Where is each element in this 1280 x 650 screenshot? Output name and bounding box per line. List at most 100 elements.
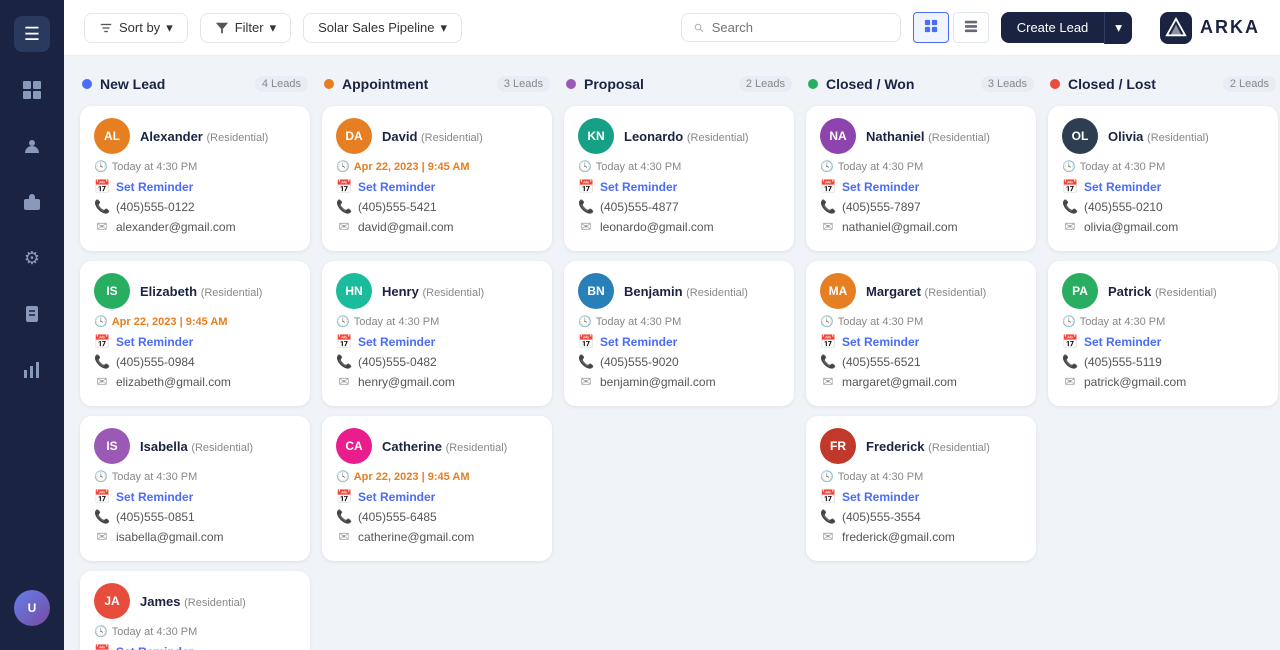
- lead-card[interactable]: JA James (Residential) 🕓 Today at 4:30 P…: [80, 571, 310, 650]
- reminder-link[interactable]: Set Reminder: [1084, 335, 1161, 349]
- card-name-block: David (Residential): [382, 129, 483, 144]
- phone-number: (405)555-0482: [358, 355, 437, 369]
- lead-card[interactable]: BN Benjamin (Residential) 🕓 Today at 4:3…: [564, 261, 794, 406]
- phone-row: 📞 (405)555-0482: [336, 354, 538, 370]
- lead-card[interactable]: IS Elizabeth (Residential) 🕓 Apr 22, 202…: [80, 261, 310, 406]
- pipeline-chevron-icon: ▾: [441, 20, 448, 36]
- card-name-block: Leonardo (Residential): [624, 129, 749, 144]
- reminder-link[interactable]: Set Reminder: [116, 335, 193, 349]
- col-header-closed-won: Closed / Won 3 Leads: [806, 72, 1036, 96]
- jobs-icon[interactable]: [14, 184, 50, 220]
- settings-icon[interactable]: ⚙: [14, 240, 50, 276]
- phone-row: 📞 (405)555-0851: [94, 509, 296, 525]
- card-header: IS Isabella (Residential): [94, 428, 296, 464]
- card-name: Elizabeth (Residential): [140, 284, 262, 299]
- reminder-link[interactable]: Set Reminder: [842, 490, 919, 504]
- sidebar: ☰ ⚙ U: [0, 0, 64, 650]
- card-name-block: Nathaniel (Residential): [866, 129, 990, 144]
- column-closed-won: Closed / Won 3 Leads NA Nathaniel (Resid…: [806, 72, 1036, 561]
- card-type: (Residential): [201, 287, 263, 299]
- reminder-link[interactable]: Set Reminder: [358, 180, 435, 194]
- dashboard-icon[interactable]: [14, 72, 50, 108]
- email-icon: ✉: [336, 219, 352, 235]
- lead-card[interactable]: PA Patrick (Residential) 🕓 Today at 4:30…: [1048, 261, 1278, 406]
- phone-row: 📞 (405)555-0210: [1062, 199, 1264, 215]
- reminder-link[interactable]: Set Reminder: [358, 335, 435, 349]
- create-lead-button[interactable]: Create Lead: [1001, 12, 1105, 43]
- card-header: CA Catherine (Residential): [336, 428, 538, 464]
- card-avatar: BN: [578, 273, 614, 309]
- card-avatar: FR: [820, 428, 856, 464]
- calendar-icon: 📅: [820, 334, 836, 350]
- reminder-link[interactable]: Set Reminder: [842, 180, 919, 194]
- lead-card[interactable]: NA Nathaniel (Residential) 🕓 Today at 4:…: [806, 106, 1036, 251]
- card-type: (Residential): [206, 132, 268, 144]
- phone-number: (405)555-5119: [1084, 355, 1162, 369]
- reports-icon[interactable]: [14, 352, 50, 388]
- reminder-link[interactable]: Set Reminder: [358, 490, 435, 504]
- avatar[interactable]: U: [14, 590, 50, 626]
- phone-row: 📞 (405)555-6485: [336, 509, 538, 525]
- list-view-button[interactable]: [953, 12, 989, 43]
- lead-card[interactable]: HN Henry (Residential) 🕓 Today at 4:30 P…: [322, 261, 552, 406]
- search-input[interactable]: [712, 20, 888, 35]
- lead-card[interactable]: CA Catherine (Residential) 🕓 Apr 22, 202…: [322, 416, 552, 561]
- phone-number: (405)555-0984: [116, 355, 195, 369]
- lead-card[interactable]: DA David (Residential) 🕓 Apr 22, 2023 | …: [322, 106, 552, 251]
- search-bar[interactable]: [681, 13, 901, 42]
- menu-icon[interactable]: ☰: [14, 16, 50, 52]
- card-name: Olivia (Residential): [1108, 129, 1209, 144]
- email-icon: ✉: [820, 374, 836, 390]
- email-icon: ✉: [336, 374, 352, 390]
- reminder-link[interactable]: Set Reminder: [600, 335, 677, 349]
- email-address: leonardo@gmail.com: [600, 220, 714, 234]
- lead-card[interactable]: AL Alexander (Residential) 🕓 Today at 4:…: [80, 106, 310, 251]
- phone-icon: 📞: [1062, 354, 1078, 370]
- reminder-row: 📅 Set Reminder: [820, 334, 1022, 350]
- col-count: 4 Leads: [255, 76, 308, 92]
- card-time: 🕓 Today at 4:30 PM: [820, 470, 1022, 483]
- reminder-link[interactable]: Set Reminder: [842, 335, 919, 349]
- email-address: benjamin@gmail.com: [600, 375, 716, 389]
- calendar-icon: 📅: [94, 489, 110, 505]
- docs-icon[interactable]: [14, 296, 50, 332]
- col-count: 3 Leads: [981, 76, 1034, 92]
- reminder-link[interactable]: Set Reminder: [1084, 180, 1161, 194]
- reminder-link[interactable]: Set Reminder: [116, 490, 193, 504]
- card-type: (Residential): [925, 287, 987, 299]
- phone-number: (405)555-6485: [358, 510, 437, 524]
- phone-row: 📞 (405)555-4877: [578, 199, 780, 215]
- reminder-link[interactable]: Set Reminder: [600, 180, 677, 194]
- lead-card[interactable]: IS Isabella (Residential) 🕓 Today at 4:3…: [80, 416, 310, 561]
- col-title: New Lead: [100, 76, 247, 92]
- reminder-row: 📅 Set Reminder: [94, 489, 296, 505]
- column-appointment: Appointment 3 Leads DA David (Residentia…: [322, 72, 552, 561]
- sort-button[interactable]: Sort by ▾: [84, 13, 188, 43]
- email-address: margaret@gmail.com: [842, 375, 957, 389]
- clock-icon: 🕓: [1062, 315, 1076, 328]
- lead-card[interactable]: FR Frederick (Residential) 🕓 Today at 4:…: [806, 416, 1036, 561]
- pipeline-selector[interactable]: Solar Sales Pipeline ▾: [303, 13, 462, 43]
- card-name: Margaret (Residential): [866, 284, 986, 299]
- create-lead-dropdown-button[interactable]: ▾: [1104, 12, 1132, 44]
- card-header: HN Henry (Residential): [336, 273, 538, 309]
- filter-chevron-icon: ▾: [270, 20, 277, 36]
- card-header: FR Frederick (Residential): [820, 428, 1022, 464]
- view-toggle: [913, 12, 989, 43]
- reminder-link[interactable]: Set Reminder: [116, 645, 193, 650]
- phone-icon: 📞: [820, 354, 836, 370]
- email-icon: ✉: [1062, 219, 1078, 235]
- card-name-block: James (Residential): [140, 594, 246, 609]
- calendar-icon: 📅: [336, 179, 352, 195]
- contacts-icon[interactable]: [14, 128, 50, 164]
- filter-button[interactable]: Filter ▾: [200, 13, 291, 43]
- lead-card[interactable]: OL Olivia (Residential) 🕓 Today at 4:30 …: [1048, 106, 1278, 251]
- reminder-row: 📅 Set Reminder: [94, 179, 296, 195]
- phone-icon: 📞: [1062, 199, 1078, 215]
- grid-view-button[interactable]: [913, 12, 949, 43]
- lead-card[interactable]: MA Margaret (Residential) 🕓 Today at 4:3…: [806, 261, 1036, 406]
- lead-card[interactable]: KN Leonardo (Residential) 🕓 Today at 4:3…: [564, 106, 794, 251]
- card-header: JA James (Residential): [94, 583, 296, 619]
- reminder-link[interactable]: Set Reminder: [116, 180, 193, 194]
- reminder-row: 📅 Set Reminder: [94, 334, 296, 350]
